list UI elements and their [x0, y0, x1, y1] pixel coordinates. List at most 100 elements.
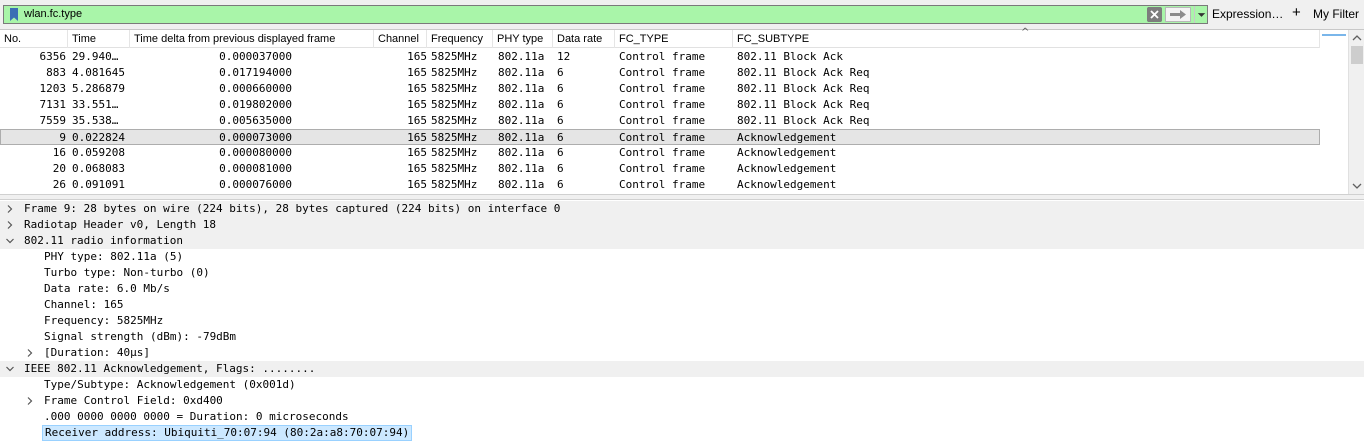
cell-fc-type: Control frame — [619, 178, 706, 191]
cell-channel: 165 — [407, 66, 427, 79]
cell-data-rate: 6 — [557, 82, 564, 95]
detail-tree-label: Type/Subtype: Acknowledgement (0x001d) — [44, 378, 296, 391]
cell-channel: 165 — [407, 146, 427, 159]
detail-tree-item[interactable]: Radiotap Header v0, Length 18 — [0, 217, 1364, 233]
cell-frequency: 5825MHz — [431, 162, 478, 175]
cell-time: 0.068083 — [72, 162, 125, 175]
detail-tree-item[interactable]: IEEE 802.11 Acknowledgement, Flags: ....… — [0, 361, 1364, 377]
cell-channel: 165 — [407, 98, 427, 111]
detail-tree-item[interactable]: Turbo type: Non-turbo (0) — [0, 265, 1364, 281]
cell-fc-type: Control frame — [619, 114, 706, 127]
cell-channel: 165 — [407, 114, 427, 127]
cell-time-delta: 0.000037000 — [219, 50, 292, 63]
clear-filter-icon[interactable] — [1147, 7, 1162, 22]
cell-fc-subtype: 802.11 Block Ack Req — [737, 82, 870, 95]
detail-tree-label: Channel: 165 — [44, 298, 124, 311]
packet-row[interactable]: 883 4.081645 0.017194000 165 5825MHz 802.11a 6… — [0, 65, 1320, 81]
scroll-down-icon[interactable] — [1351, 180, 1363, 192]
column-header-fc-type[interactable]: FC_TYPE — [615, 30, 733, 48]
detail-tree-item[interactable]: Frame 9: 28 bytes on wire (224 bits), 28… — [0, 201, 1364, 217]
my-filter-button[interactable]: My Filter — [1313, 7, 1359, 21]
detail-tree-item[interactable]: Signal strength (dBm): -79dBm — [0, 329, 1364, 345]
detail-tree-label: Turbo type: Non-turbo (0) — [44, 266, 210, 279]
expanded-chevron-icon[interactable] — [5, 364, 15, 374]
detail-tree-label: Frequency: 5825MHz — [44, 314, 164, 327]
cell-no: 7559 — [39, 114, 67, 127]
cell-time-delta: 0.017194000 — [219, 66, 292, 79]
cell-phy-type: 802.11a — [498, 98, 545, 111]
cell-data-rate: 6 — [557, 146, 564, 159]
detail-tree-item[interactable]: [Duration: 40μs] — [0, 345, 1364, 361]
add-filter-button-icon[interactable]: + — [1292, 4, 1301, 21]
cell-no: 883 — [46, 66, 66, 79]
cell-no: 20 — [52, 162, 66, 175]
cell-data-rate: 6 — [557, 178, 564, 191]
detail-tree-item[interactable]: .000 0000 0000 0000 = Duration: 0 micros… — [0, 409, 1364, 425]
collapsed-chevron-icon[interactable] — [5, 204, 15, 214]
packet-row[interactable]: 9 0.022824 0.000073000 165 5825MHz 802.11a 6 Co… — [0, 129, 1320, 145]
column-header-channel[interactable]: Channel — [374, 30, 427, 48]
cell-fc-type: Control frame — [619, 131, 706, 144]
detail-tree-label: [Duration: 40μs] — [44, 346, 150, 359]
cell-time-delta: 0.000073000 — [219, 131, 292, 144]
detail-tree-item[interactable]: Receiver address: Ubiquiti_70:07:94 (80:… — [0, 425, 1364, 441]
detail-tree-label: IEEE 802.11 Acknowledgement, Flags: ....… — [24, 362, 316, 375]
packet-row[interactable]: 7131 33.551… 0.019802000 165 5825MHz 802.11a 6… — [0, 97, 1320, 113]
detail-tree-label: .000 0000 0000 0000 = Duration: 0 micros… — [44, 410, 349, 423]
column-header-phy-type[interactable]: PHY type — [493, 30, 553, 48]
cell-no: 26 — [52, 178, 66, 191]
detail-tree-item[interactable]: Type/Subtype: Acknowledgement (0x001d) — [0, 377, 1364, 393]
recent-filters-dropdown-icon[interactable] — [1194, 6, 1208, 23]
packet-list-scrollbar[interactable] — [1348, 30, 1364, 195]
cell-fc-subtype: Acknowledgement — [737, 162, 837, 175]
cell-fc-type: Control frame — [619, 146, 706, 159]
cell-channel: 165 — [407, 178, 427, 191]
cell-no: 7131 — [39, 98, 67, 111]
cell-data-rate: 6 — [557, 114, 564, 127]
detail-tree-label: Radiotap Header v0, Length 18 — [24, 218, 217, 231]
cell-frequency: 5825MHz — [431, 131, 478, 144]
collapsed-chevron-icon[interactable] — [5, 220, 15, 230]
column-header-data-rate[interactable]: Data rate — [553, 30, 615, 48]
detail-tree-label: PHY type: 802.11a (5) — [44, 250, 184, 263]
packet-row[interactable]: 16 0.059208 0.000080000 165 5825MHz 802.11a 6 C… — [0, 145, 1320, 161]
detail-tree-item[interactable]: Data rate: 6.0 Mb/s — [0, 281, 1364, 297]
minimap-selection-marker — [1322, 34, 1346, 36]
column-header-time[interactable]: Time — [68, 30, 130, 48]
packet-row[interactable]: 20 0.068083 0.000081000 165 5825MHz 802.11a 6 C… — [0, 161, 1320, 177]
cell-time-delta: 0.019802000 — [219, 98, 292, 111]
detail-tree-label: Signal strength (dBm): -79dBm — [44, 330, 237, 343]
apply-filter-arrow-icon[interactable] — [1165, 7, 1191, 22]
cell-channel: 165 — [407, 50, 427, 63]
column-header-no[interactable]: No. — [0, 30, 68, 48]
detail-tree-item[interactable]: PHY type: 802.11a (5) — [0, 249, 1364, 265]
bookmark-icon[interactable] — [9, 8, 19, 22]
collapsed-chevron-icon[interactable] — [25, 348, 35, 358]
detail-tree-item[interactable]: 802.11 radio information — [0, 233, 1364, 249]
cell-fc-subtype: Acknowledgement — [737, 131, 837, 144]
detail-tree-item[interactable]: Frame Control Field: 0xd400 — [0, 393, 1364, 409]
cell-channel: 165 — [407, 162, 427, 175]
expression-button[interactable]: Expression… — [1212, 7, 1283, 21]
scroll-thumb[interactable] — [1351, 46, 1363, 64]
cell-no: 9 — [59, 131, 66, 144]
packet-list: No. Time Time delta from previous displa… — [0, 27, 1364, 195]
detail-tree-item[interactable]: Frequency: 5825MHz — [0, 313, 1364, 329]
cell-phy-type: 802.11a — [498, 162, 545, 175]
cell-frequency: 5825MHz — [431, 82, 478, 95]
cell-frequency: 5825MHz — [431, 178, 478, 191]
packet-row[interactable]: 1203 5.286879 0.000660000 165 5825MHz 802.11a… — [0, 81, 1320, 97]
column-header-time-delta[interactable]: Time delta from previous displayed frame — [130, 30, 374, 48]
packet-row[interactable]: 26 0.091091 0.000076000 165 5825MHz 802.11a 6 C… — [0, 177, 1320, 193]
packet-row[interactable]: 7559 35.538… 0.005635000 165 5825MHz 802.11a 6… — [0, 113, 1320, 129]
collapsed-chevron-icon[interactable] — [25, 396, 35, 406]
packet-minimap[interactable] — [1320, 30, 1348, 195]
column-header-frequency[interactable]: Frequency — [427, 30, 493, 48]
detail-tree-item[interactable]: Channel: 165 — [0, 297, 1364, 313]
detail-tree-label: Data rate: 6.0 Mb/s — [44, 282, 170, 295]
packet-row[interactable]: 6356 29.940… 0.000037000 165 5825MHz 802.11a 1… — [0, 49, 1320, 65]
scroll-up-icon[interactable] — [1351, 32, 1363, 44]
cell-no: 16 — [52, 146, 66, 159]
display-filter-input[interactable] — [22, 6, 1142, 23]
expanded-chevron-icon[interactable] — [5, 236, 15, 246]
